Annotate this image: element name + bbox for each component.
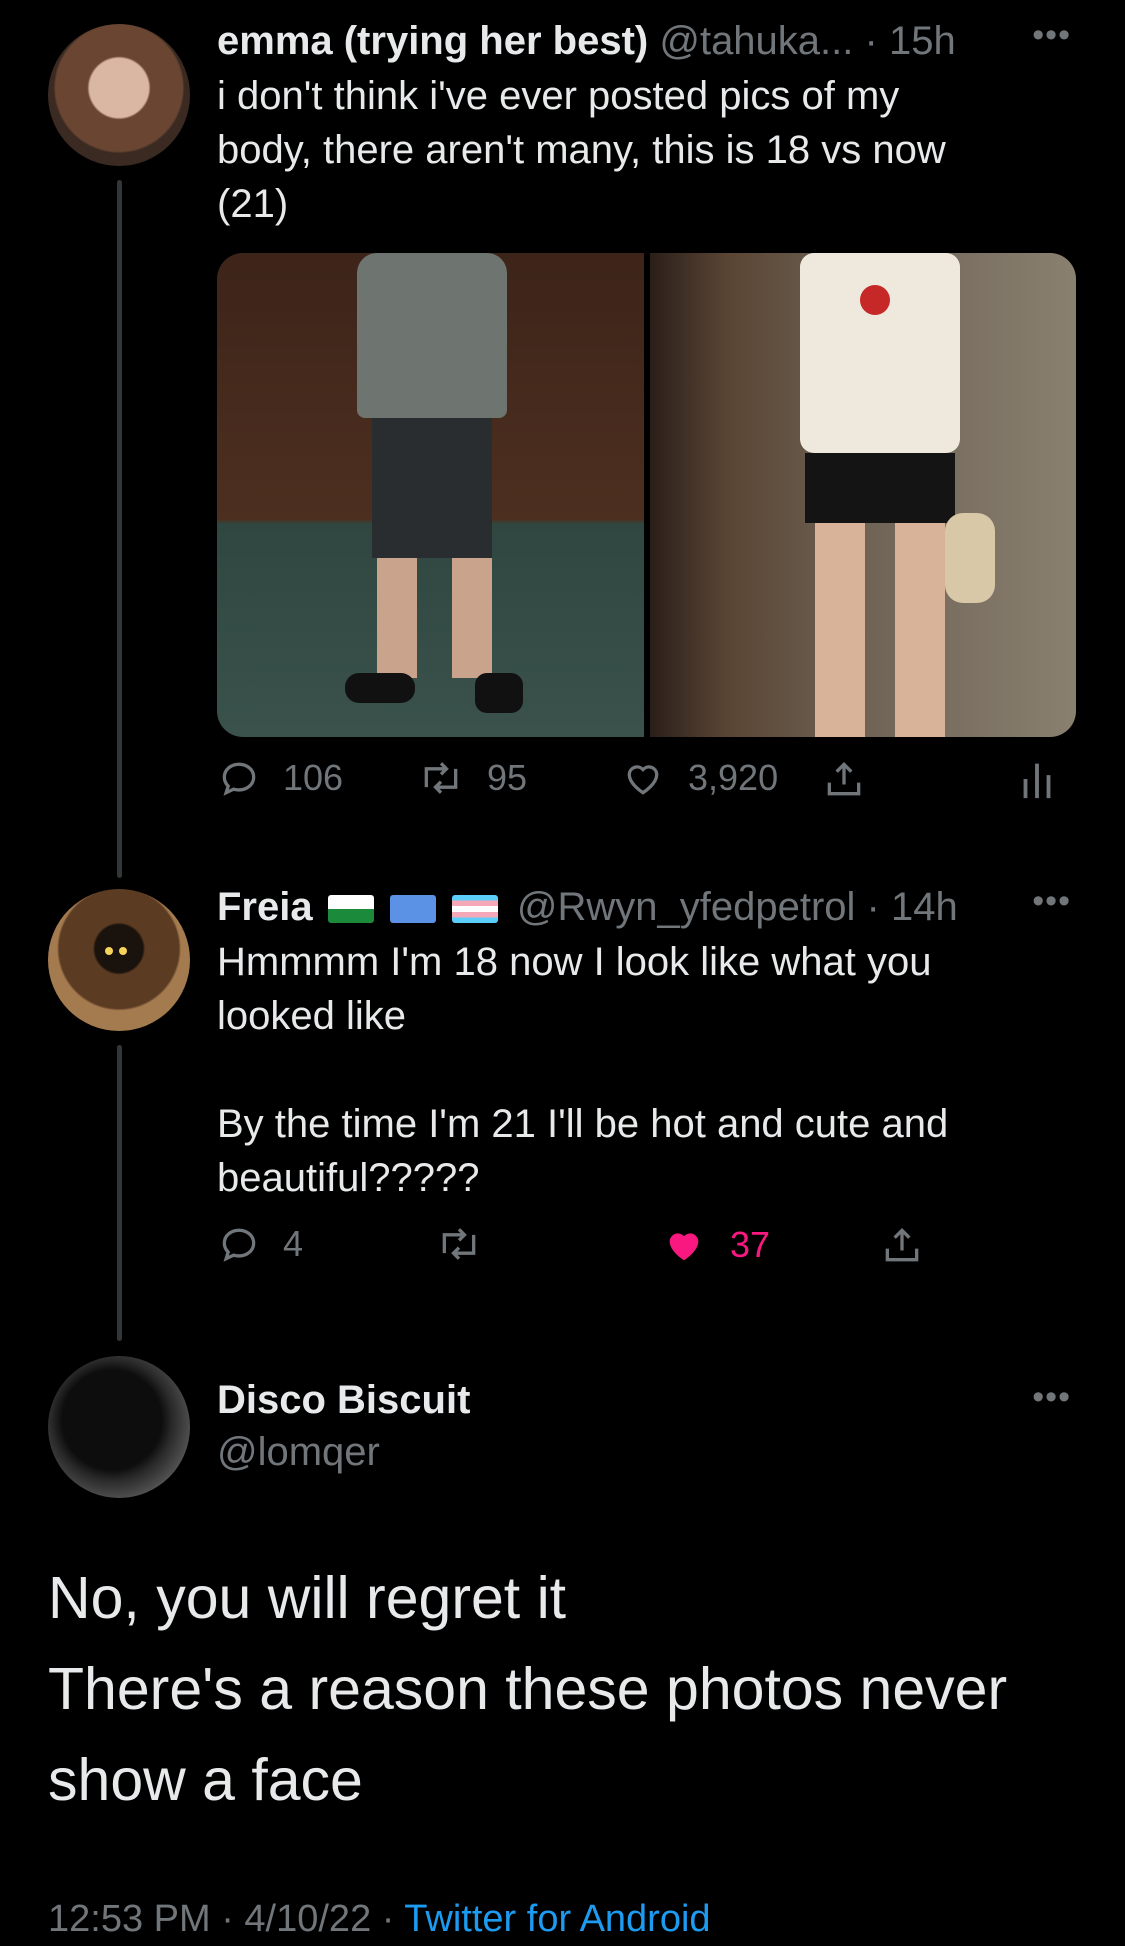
share-button[interactable]	[822, 756, 866, 802]
share-button[interactable]	[880, 1222, 924, 1268]
photo-right[interactable]	[649, 253, 1076, 737]
analytics-icon	[1017, 756, 1057, 802]
like-button[interactable]: 3,920	[620, 756, 778, 800]
timestamp[interactable]: · 14h	[867, 885, 958, 929]
share-icon	[822, 756, 866, 802]
person-figure	[894, 523, 945, 737]
like-icon	[660, 1222, 708, 1268]
retweet-count: 95	[487, 757, 528, 798]
avatar-freia[interactable]	[48, 889, 190, 1031]
reply-button[interactable]: 4	[217, 1222, 303, 1266]
person-figure	[377, 558, 417, 678]
post-timestamp[interactable]: 12:53 PM · 4/10/22 ·	[48, 1898, 404, 1940]
un-flag-icon	[389, 895, 436, 924]
more-icon[interactable]: •••	[1032, 882, 1071, 921]
thread-line	[117, 1045, 122, 1341]
share-icon	[880, 1222, 924, 1268]
timestamp[interactable]: · 15h	[865, 19, 956, 63]
wales-flag-icon	[327, 895, 374, 924]
tweet-text: Hmmmm I'm 18 now I look like what you lo…	[217, 940, 949, 1200]
like-count: 3,920	[688, 757, 779, 798]
handle[interactable]: @lomqer	[217, 1425, 380, 1479]
handle[interactable]: @tahuka...	[659, 19, 853, 63]
display-name[interactable]: Disco Biscuit	[217, 1373, 470, 1427]
analytics-button[interactable]	[1017, 756, 1057, 802]
person-figure	[799, 253, 960, 453]
glowing-eyes	[105, 947, 113, 955]
like-button[interactable]: 37	[660, 1222, 770, 1268]
handle[interactable]: @Rwyn_yfedpetrol	[517, 885, 856, 929]
media-grid[interactable]	[217, 253, 1076, 737]
avatar-emma[interactable]	[48, 24, 190, 166]
retweet-button[interactable]	[435, 1222, 483, 1266]
tweet-text: i don't think i've ever posted pics of m…	[217, 74, 946, 226]
thread-line	[117, 180, 122, 878]
main-tweet-text: No, you will regret it There's a reason …	[48, 1565, 1008, 1813]
source-link[interactable]: Twitter for Android	[404, 1898, 710, 1940]
person-figure	[357, 253, 507, 418]
tweet-actions: 106 95 3,920	[217, 756, 1077, 816]
reply-icon	[217, 756, 261, 800]
retweet-icon	[417, 756, 465, 800]
tweet-actions: 4 37	[217, 1222, 1077, 1282]
like-icon	[620, 756, 666, 800]
tweet-footer: 12:53 PM · 4/10/22 · Twitter for Android	[48, 1892, 711, 1946]
reply-icon	[217, 1222, 261, 1266]
person-figure	[372, 418, 492, 558]
more-icon[interactable]: •••	[1032, 16, 1071, 55]
shoe	[475, 673, 523, 713]
person-figure	[452, 558, 492, 678]
avatar-disco-biscuit[interactable]	[48, 1356, 190, 1498]
reply-count: 4	[283, 1223, 304, 1264]
more-icon[interactable]: •••	[1032, 1378, 1071, 1417]
trans-flag-icon	[451, 895, 498, 924]
person-figure	[804, 453, 955, 523]
display-name[interactable]: emma (trying her best)	[217, 19, 648, 63]
shoe	[345, 673, 415, 703]
retweet-icon	[435, 1222, 483, 1266]
retweet-button[interactable]: 95	[417, 756, 527, 800]
reply-button[interactable]: 106	[217, 756, 343, 800]
display-name[interactable]: Freia	[217, 885, 313, 929]
like-count: 37	[730, 1224, 771, 1265]
photo-left[interactable]	[217, 253, 644, 737]
heart-print	[859, 285, 890, 315]
cat	[944, 513, 995, 603]
person-figure	[814, 523, 865, 737]
reply-count: 106	[283, 757, 344, 798]
